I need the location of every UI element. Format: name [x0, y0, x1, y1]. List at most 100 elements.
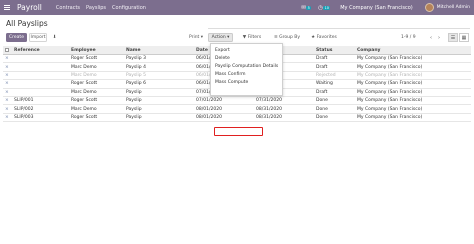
pager-prev-icon[interactable]: ‹: [428, 33, 434, 42]
row-x-icon[interactable]: ×: [5, 55, 11, 62]
menu-item-computation-details[interactable]: Payslip Computation Details: [211, 62, 282, 70]
row-x-icon[interactable]: ×: [5, 114, 11, 121]
cell-company: My Company (San Francisco): [357, 89, 423, 95]
table-row[interactable]: × SLIP/003 Roger Scott Payslip 08/01/2020 08/…: [3, 114, 471, 123]
cell-employee: Marc Demo: [71, 106, 97, 112]
cell-reference: [14, 55, 64, 62]
row-select-icon[interactable]: ×: [5, 115, 9, 120]
cell-name: Payslip 4: [126, 64, 146, 70]
cell-company: My Company (San Francisco): [357, 81, 423, 87]
row-x-icon[interactable]: ×: [5, 89, 11, 96]
row-select-icon[interactable]: ×: [5, 73, 9, 78]
cell-reference: SLIP/002: [14, 106, 34, 112]
cell-company: My Company (San Francisco): [357, 56, 423, 62]
cell-company: My Company (San Francisco): [357, 72, 423, 78]
create-button[interactable]: Create: [6, 33, 27, 42]
favorites-label: Favorites: [316, 35, 337, 40]
group-by-label: Group By: [279, 35, 301, 40]
cell-employee: Marc Demo: [71, 64, 97, 70]
header-reference[interactable]: Reference: [14, 46, 64, 54]
cell-company: My Company (San Francisco): [357, 98, 423, 104]
apps-grid-icon[interactable]: [0, 0, 14, 15]
chat-badge: 5: [306, 5, 312, 10]
row-x-icon[interactable]: ×: [5, 105, 11, 112]
menu-item-mass-compute[interactable]: Mass Compute: [211, 79, 282, 87]
action-label: Action: [211, 35, 226, 40]
list-view-icon[interactable]: ☰: [448, 33, 458, 42]
pager-value[interactable]: 1-9 / 9: [401, 35, 416, 40]
clock-icon[interactable]: ◷ 10: [318, 5, 331, 11]
cell-status: Done: [316, 106, 328, 112]
cell-employee: Marc Demo: [71, 72, 97, 78]
menu-item-delete[interactable]: Delete: [211, 54, 282, 62]
row-x-icon[interactable]: ×: [5, 72, 11, 79]
print-label: Print: [188, 35, 200, 40]
search-input[interactable]: [208, 28, 470, 29]
download-icon[interactable]: ⬇: [50, 33, 59, 42]
row-x-icon[interactable]: ×: [5, 97, 11, 104]
action-dropdown-menu: Export Delete Payslip Computation Detail…: [210, 43, 283, 136]
star-icon: ★: [311, 35, 316, 40]
select-all-box[interactable]: [5, 48, 9, 52]
row-x-icon[interactable]: ×: [5, 80, 11, 87]
cell-employee: Roger Scott: [71, 56, 98, 62]
cell-reference: SLIP/003: [14, 114, 34, 120]
group-icon: ≡: [273, 35, 278, 40]
select-all-checkbox[interactable]: [5, 46, 11, 54]
group-by-button[interactable]: ≡ Group By: [270, 33, 304, 42]
top-navbar: Payroll Contracts Payslips Configuration…: [0, 0, 474, 15]
menu-contracts[interactable]: Contracts: [56, 5, 80, 11]
cell-employee: Marc Demo: [71, 89, 97, 95]
cell-name: Payslip 3: [126, 56, 146, 62]
cell-employee: Roger Scott: [71, 81, 98, 87]
cell-reference: [14, 63, 64, 70]
menu-item-mass-confirm[interactable]: Mass Confirm: [211, 71, 282, 79]
menu-payslips[interactable]: Payslips: [86, 5, 106, 11]
kanban-view-icon[interactable]: ▦: [459, 33, 469, 42]
row-x-icon[interactable]: ×: [5, 63, 11, 70]
favorites-button[interactable]: ★ Favorites: [306, 33, 342, 42]
table-row[interactable]: × SLIP/001 Roger Scott Payslip 07/01/2020 07/…: [3, 97, 471, 106]
company-switcher[interactable]: My Company (San Francisco): [340, 5, 413, 11]
row-select-icon[interactable]: ×: [5, 98, 9, 103]
cell-reference: [14, 72, 64, 79]
cell-date: 07/01/2020: [196, 98, 222, 104]
header-status[interactable]: Status: [316, 46, 356, 54]
row-select-icon[interactable]: ×: [5, 81, 9, 86]
avatar[interactable]: [424, 3, 434, 12]
app-name[interactable]: Payroll: [17, 3, 42, 12]
cell-status: Draft: [316, 89, 328, 95]
cell-employee: Roger Scott: [71, 114, 98, 120]
import-button[interactable]: Import: [29, 33, 47, 42]
print-button[interactable]: Print ▾: [186, 33, 206, 42]
highlight-box: [214, 127, 263, 136]
cell-name: Payslip: [126, 98, 142, 104]
header-employee[interactable]: Employee: [71, 46, 121, 54]
cell-date: 08/01/2020: [196, 114, 222, 120]
row-select-icon[interactable]: ×: [5, 65, 9, 70]
filters-label: Filters: [247, 35, 262, 40]
cell-name: Payslip 5: [126, 72, 146, 78]
header-company[interactable]: Company: [357, 46, 467, 54]
action-button[interactable]: Action ▾: [208, 33, 233, 42]
row-select-icon[interactable]: ×: [5, 90, 9, 95]
table-row[interactable]: × SLIP/002 Marc Demo Payslip 08/01/2020 08/31…: [3, 105, 471, 114]
chat-icon[interactable]: ✉ 5: [301, 5, 312, 11]
breadcrumb: All Payslips: [6, 19, 48, 28]
cell-status: Draft: [316, 64, 328, 70]
pager-next-icon[interactable]: ›: [436, 33, 442, 42]
cell-name: Payslip 6: [126, 81, 146, 87]
cell-reference: SLIP/001: [14, 98, 34, 104]
user-menu[interactable]: Mitchell Admin: [437, 5, 470, 10]
filter-icon: ▼: [242, 35, 247, 40]
cell-company: My Company (San Francisco): [357, 114, 423, 120]
menu-configuration[interactable]: Configuration: [112, 5, 146, 11]
row-select-icon[interactable]: ×: [5, 107, 9, 112]
header-name[interactable]: Name: [126, 46, 196, 54]
cell-status: Done: [316, 98, 328, 104]
cell-name: Payslip: [126, 106, 142, 112]
menu-item-export[interactable]: Export: [211, 46, 282, 54]
filters-button[interactable]: ▼ Filters: [238, 33, 266, 42]
row-select-icon[interactable]: ×: [5, 56, 9, 61]
cell-date-to: 08/31/2020: [256, 106, 282, 112]
